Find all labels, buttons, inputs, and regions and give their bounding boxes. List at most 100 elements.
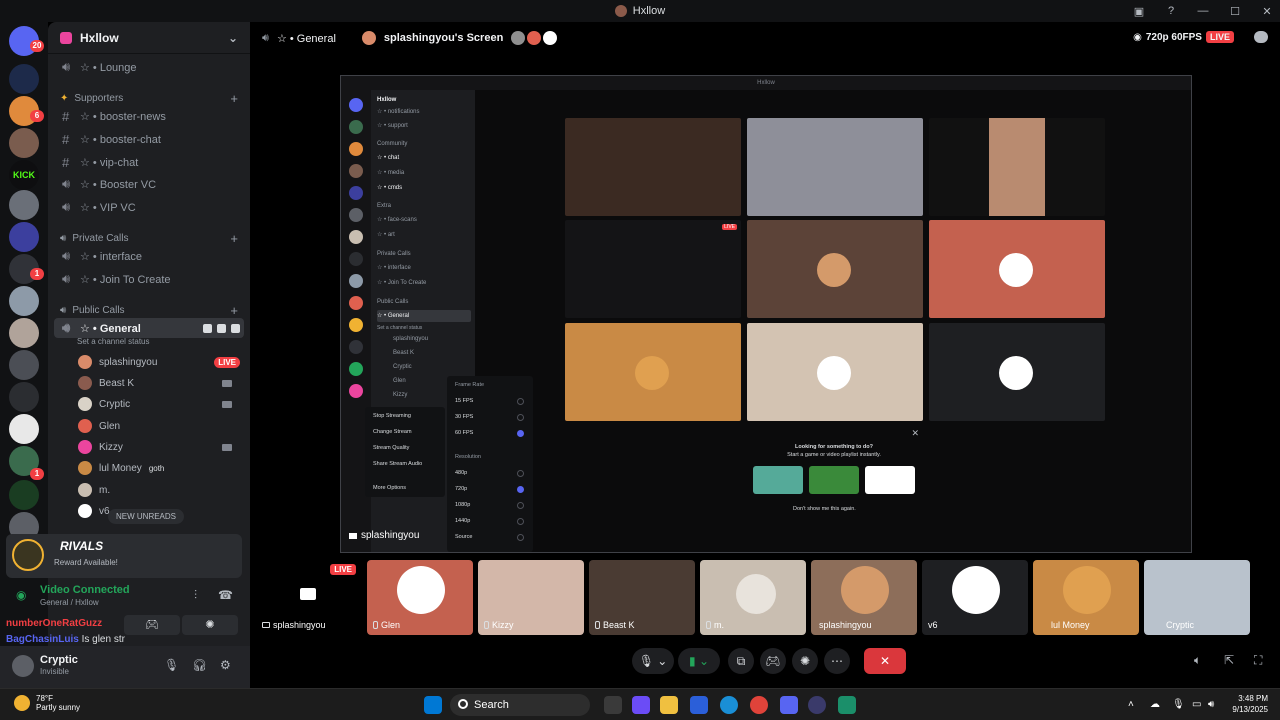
inbox-icon[interactable]: ▣ [1132,5,1146,18]
add-channel-icon[interactable]: + [230,91,238,106]
user-name[interactable]: Cryptic [40,654,78,666]
voice-user[interactable]: Kizzy [78,437,240,457]
participant-tile[interactable]: lul Money [1033,560,1139,635]
participant-tile[interactable]: Cryptic [1144,560,1250,635]
voice-user[interactable]: Glen [78,416,240,436]
popout-icon[interactable]: ⇱ [1224,653,1234,667]
server-icon[interactable] [9,286,39,316]
server-icon[interactable] [9,128,39,158]
category-private-calls[interactable]: 🔊︎ Private Calls + [54,230,244,246]
channel-booster-chat[interactable]: # ☆ • booster-chat [54,129,244,149]
close-button[interactable]: ✕ [1260,5,1274,18]
fullscreen-icon[interactable]: ⛶ [1254,653,1262,668]
noise-suppression-icon[interactable]: ⫶ [194,588,197,603]
activities-button[interactable]: 🎮︎ [760,648,786,674]
microphone-icon[interactable]: 🎙︎ [164,658,179,672]
volume-icon[interactable]: 🔈︎ [1194,653,1201,668]
cloud-icon[interactable]: ☁ [1150,699,1160,710]
network-icon[interactable]: ▭ [1192,699,1201,710]
server-icon[interactable] [9,480,39,510]
store-icon[interactable] [690,696,708,714]
voice-user[interactable]: Beast K [78,373,240,393]
app-icon[interactable] [838,696,856,714]
channel-status[interactable]: Set a channel status [77,337,150,346]
maximize-button[interactable]: ☐ [1228,5,1242,18]
add-channel-icon[interactable]: + [230,303,238,318]
stream-channel: ☆ • art [377,232,395,238]
activities-button[interactable]: 🎮︎ [124,615,180,635]
reward-card[interactable]: RIVALS Reward Available! [6,534,242,578]
kick-server-icon[interactable]: KICK [9,160,39,190]
camera-toggle[interactable]: ▮ ⌄ [678,648,720,674]
server-icon[interactable] [9,414,39,444]
participant-tile[interactable]: m. [700,560,806,635]
viewer-avatars[interactable] [511,31,558,45]
app-icon[interactable] [808,696,826,714]
chat-icon[interactable] [203,323,212,333]
channel-booster-news[interactable]: # ☆ • booster-news [54,106,244,126]
participant-tile[interactable]: Kizzy [478,560,584,635]
promo-title: Looking for something to do? [795,444,873,450]
volume-icon[interactable]: 🔊︎ [1208,699,1214,710]
stream-video[interactable]: Hxllow Hxllow ☆ • notifications ☆ • supp… [340,75,1192,553]
category-supporters[interactable]: ✦ Supporters + [54,90,244,106]
soundboard-button[interactable]: ✺ [182,615,238,635]
server-icon[interactable] [9,64,39,94]
participant-tile[interactable]: LIVE splashingyou [256,560,362,635]
file-explorer-icon[interactable] [660,696,678,714]
soundboard-button[interactable]: ✺ [792,648,818,674]
participant-tile[interactable]: Beast K [589,560,695,635]
more-options-button[interactable]: ⋯ [824,648,850,674]
edge-icon[interactable] [720,696,738,714]
channel-vip-chat[interactable]: # ☆ • vip-chat [54,152,244,172]
voice-user[interactable]: lul Money goth [78,458,240,478]
microphone-icon[interactable]: 🎙︎ [1172,699,1185,710]
invite-icon[interactable] [217,323,226,333]
voice-status[interactable]: Video Connected [40,584,130,596]
server-icon[interactable] [9,318,39,348]
channel-general[interactable]: 🔊︎ ☆ • General [54,318,244,338]
server-icon[interactable] [9,350,39,380]
voice-user[interactable]: splashingyou LIVE [78,352,240,372]
copilot-icon[interactable] [632,696,650,714]
chat-bubble-icon[interactable] [1254,31,1268,43]
channel-interface[interactable]: 🔊︎ ☆ • interface [54,246,244,266]
clock[interactable]: 3:48 PM 9/13/2025 [1232,693,1268,715]
signal-icon[interactable]: ◉ [16,588,26,602]
help-icon[interactable]: ? [1164,5,1178,17]
participant-tile[interactable]: splashingyou [811,560,917,635]
disconnect-icon[interactable]: ☎ [218,588,233,602]
gear-icon[interactable]: ⚙ [220,658,231,672]
server-icon[interactable] [9,222,39,252]
server-icon[interactable] [9,382,39,412]
start-button[interactable] [424,696,442,714]
participant-tile[interactable]: Glen [367,560,473,635]
channel-lounge[interactable]: 🔊︎ ☆ • Lounge [54,57,244,77]
voice-user[interactable]: Cryptic [78,394,240,414]
guild-header[interactable]: Hxllow ⌄ [48,22,250,54]
participant-tile[interactable]: v6 [922,560,1028,635]
call-channel-name[interactable]: ☆ • General [277,32,336,45]
channel-vip-vc[interactable]: 🔊︎ ☆ • VIP VC [54,197,244,217]
server-icon[interactable] [9,190,39,220]
new-unreads-button[interactable]: NEW UNREADS [108,509,185,524]
voice-location[interactable]: General / Hxllow [40,598,99,607]
category-public-calls[interactable]: 🔊︎ Public Calls + [54,302,244,318]
channel-booster-vc[interactable]: 🔊︎ ☆ • Booster VC [54,174,244,194]
voice-user[interactable]: m. [78,480,240,500]
channel-join-to-create[interactable]: 🔊︎ ☆ • Join To Create [54,269,244,289]
headphones-icon[interactable]: 🎧︎ [192,658,207,672]
screen-share-button[interactable]: ⧉ [728,648,754,674]
task-view-icon[interactable] [604,696,622,714]
taskbar-search[interactable]: Search [450,694,590,716]
discord-icon[interactable] [780,696,798,714]
disconnect-button[interactable]: ✕ [864,648,906,674]
add-channel-icon[interactable]: + [230,231,238,246]
chevron-up-icon[interactable]: ˄ [1128,699,1134,710]
chrome-icon[interactable] [750,696,768,714]
microphone-toggle[interactable]: 🎙︎ ⌄ [632,648,674,674]
weather-widget[interactable]: 78°F Partly sunny [14,694,80,712]
user-avatar[interactable] [12,655,34,677]
gear-icon[interactable] [231,323,240,333]
minimize-button[interactable]: — [1196,5,1210,17]
